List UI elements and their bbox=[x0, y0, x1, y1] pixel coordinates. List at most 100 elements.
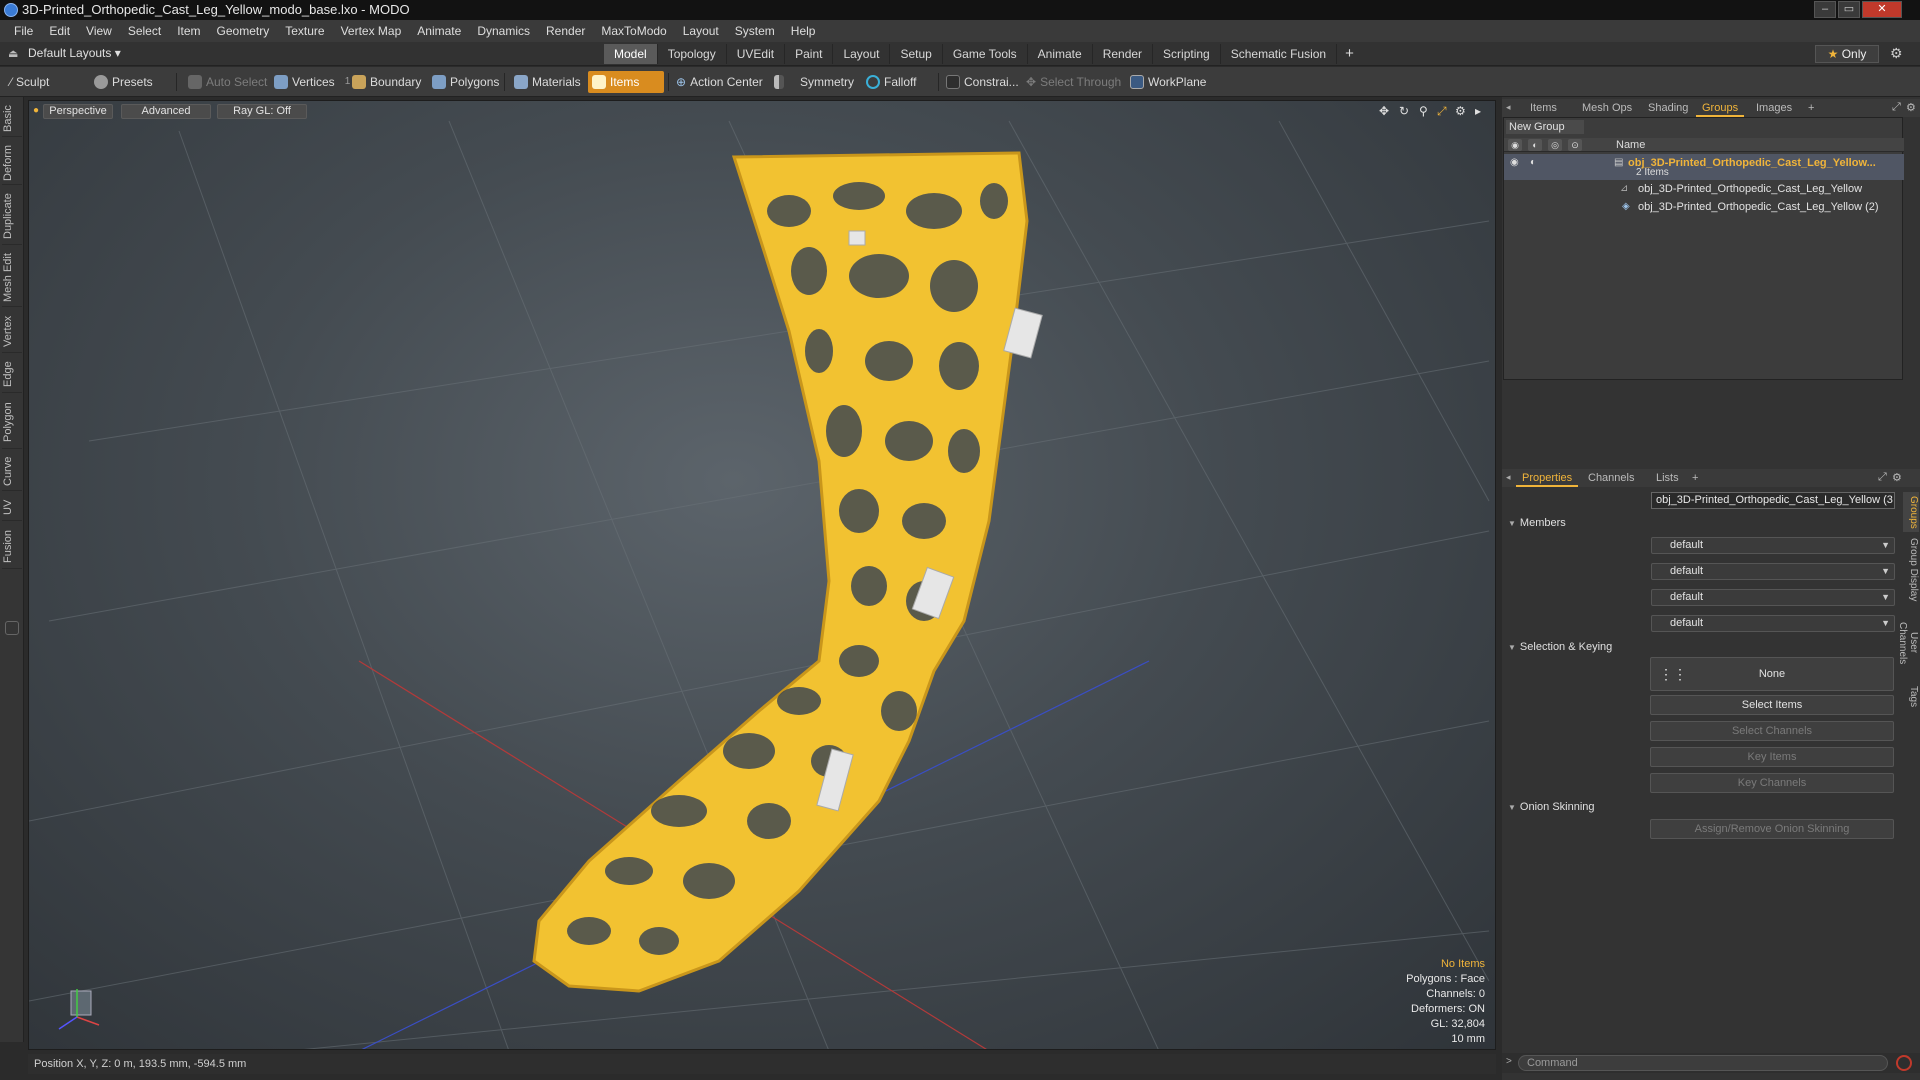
menu-edit[interactable]: Edit bbox=[41, 20, 78, 42]
tab-groups[interactable]: Groups bbox=[1696, 99, 1745, 117]
vtab-uv[interactable]: UV bbox=[2, 495, 22, 521]
menu-system[interactable]: System bbox=[727, 20, 783, 42]
panel-gear-icon[interactable]: ⚙ bbox=[1892, 471, 1902, 484]
auto-select-button[interactable]: Auto Select bbox=[184, 71, 273, 93]
items-button[interactable]: Items bbox=[588, 71, 664, 93]
visible-dropdown[interactable]: default ▼ bbox=[1651, 537, 1895, 554]
lock-column-icon[interactable]: ◎ bbox=[1548, 139, 1562, 151]
render-dropdown[interactable]: default ▼ bbox=[1651, 563, 1895, 580]
tab-setup[interactable]: Setup bbox=[890, 44, 943, 64]
select-items-button[interactable]: Select Items bbox=[1650, 695, 1894, 715]
menu-layout[interactable]: Layout bbox=[675, 20, 727, 42]
constraints-button[interactable]: Constrai... bbox=[942, 71, 1025, 93]
tab-images[interactable]: Images bbox=[1750, 99, 1798, 117]
selection-keying-section[interactable]: ▼ Selection & Keying bbox=[1508, 641, 1612, 653]
eye-icon[interactable]: ◉ bbox=[1510, 154, 1519, 172]
expand-icon[interactable]: ⤢ bbox=[1878, 471, 1887, 484]
tree-item[interactable]: ◈ obj_3D-Printed_Orthopedic_Cast_Leg_Yel… bbox=[1504, 198, 1904, 216]
tab-animate[interactable]: Animate bbox=[1028, 44, 1093, 64]
menu-help[interactable]: Help bbox=[783, 20, 824, 42]
name-column-header[interactable]: Name bbox=[1616, 138, 1645, 152]
vtab-curve[interactable]: Curve bbox=[2, 453, 22, 491]
vertices-button[interactable]: Vertices 1 bbox=[270, 71, 356, 93]
tab-game-tools[interactable]: Game Tools bbox=[943, 44, 1028, 64]
vtab-group-display[interactable]: Group Display bbox=[1903, 536, 1919, 604]
menu-view[interactable]: View bbox=[78, 20, 120, 42]
tab-layout[interactable]: Layout bbox=[833, 44, 891, 64]
select-column-icon[interactable]: ⊙ bbox=[1568, 139, 1582, 151]
group-name-field[interactable]: obj_3D-Printed_Orthopedic_Cast_Leg_Yello… bbox=[1651, 492, 1895, 509]
tab-uvedit[interactable]: UVEdit bbox=[727, 44, 786, 64]
menu-dynamics[interactable]: Dynamics bbox=[469, 20, 538, 42]
boundary-button[interactable]: Boundary bbox=[348, 71, 427, 93]
tab-model[interactable]: Model bbox=[604, 44, 658, 64]
tab-topology[interactable]: Topology bbox=[658, 44, 727, 64]
maximize-icon[interactable]: ▭ bbox=[1838, 1, 1860, 18]
menu-select[interactable]: Select bbox=[120, 20, 169, 42]
menu-render[interactable]: Render bbox=[538, 20, 593, 42]
vtab-basic[interactable]: Basic bbox=[2, 101, 22, 137]
zoom-icon[interactable]: ⚲ bbox=[1419, 104, 1428, 118]
assign-onion-skinning-button[interactable]: Assign/Remove Onion Skinning bbox=[1650, 819, 1894, 839]
tab-properties[interactable]: Properties bbox=[1516, 469, 1579, 487]
vtab-deform[interactable]: Deform bbox=[2, 141, 22, 185]
menu-animate[interactable]: Animate bbox=[409, 20, 469, 42]
polygons-button[interactable]: Polygons bbox=[428, 71, 505, 93]
viewport-settings-icon[interactable]: ⚙ bbox=[1455, 104, 1466, 118]
selectable-dropdown[interactable]: default ▼ bbox=[1651, 589, 1895, 606]
tree-item[interactable]: ⊿ obj_3D-Printed_Orthopedic_Cast_Leg_Yel… bbox=[1504, 180, 1904, 198]
sculpt-button[interactable]: ⁄ Sculpt bbox=[6, 71, 55, 93]
tab-shading[interactable]: Shading bbox=[1642, 99, 1694, 117]
tab-channels[interactable]: Channels bbox=[1582, 469, 1640, 487]
key-channels-button[interactable]: Key Channels bbox=[1650, 773, 1894, 793]
menu-maxtomodo[interactable]: MaxToModo bbox=[593, 20, 674, 42]
viewport-options-icon[interactable]: ● bbox=[33, 105, 39, 116]
3d-viewport[interactable]: ● Perspective Advanced Ray GL: Off ✥ ↻ ⚲… bbox=[28, 100, 1496, 1050]
gear-icon[interactable]: ⚙ bbox=[1890, 45, 1903, 62]
vtab-user-channels[interactable]: User Channels bbox=[1897, 608, 1919, 678]
fit-icon[interactable]: ⤢ bbox=[1437, 104, 1447, 119]
advanced-button[interactable]: Advanced bbox=[121, 104, 211, 119]
menu-vertex-map[interactable]: Vertex Map bbox=[333, 20, 410, 42]
menu-geometry[interactable]: Geometry bbox=[209, 20, 278, 42]
raygl-button[interactable]: Ray GL: Off bbox=[217, 104, 307, 119]
vtab-mesh-edit[interactable]: Mesh Edit bbox=[2, 249, 22, 307]
new-group-button[interactable]: New Group bbox=[1506, 120, 1584, 134]
vtab-polygon[interactable]: Polygon bbox=[2, 397, 22, 449]
close-icon[interactable]: ✕ bbox=[1862, 1, 1902, 18]
locked-dropdown[interactable]: default ▼ bbox=[1651, 615, 1895, 632]
vtab-edge[interactable]: Edge bbox=[2, 357, 22, 393]
add-panel-tab-icon[interactable]: + bbox=[1802, 99, 1820, 117]
key-items-button[interactable]: Key Items bbox=[1650, 747, 1894, 767]
minimize-icon[interactable]: – bbox=[1814, 1, 1836, 18]
menu-item[interactable]: Item bbox=[169, 20, 208, 42]
pan-icon[interactable]: ✥ bbox=[1379, 104, 1389, 118]
layout-pin-icon[interactable]: ⏏ bbox=[8, 47, 18, 60]
group-row[interactable]: ◉ ◐ ▤ obj_3D-Printed_Orthopedic_Cast_Leg… bbox=[1504, 154, 1904, 180]
tab-mesh-ops[interactable]: Mesh Ops bbox=[1576, 99, 1638, 117]
members-section[interactable]: ▼ Members bbox=[1508, 517, 1566, 529]
vtab-tags[interactable]: Tags bbox=[1903, 682, 1919, 712]
command-input[interactable]: Command bbox=[1518, 1055, 1888, 1071]
onion-skinning-section[interactable]: ▼ Onion Skinning bbox=[1508, 801, 1595, 813]
rotate-icon[interactable]: ↻ bbox=[1399, 104, 1409, 118]
select-through-button[interactable]: ✥ Select Through bbox=[1022, 71, 1127, 93]
menu-texture[interactable]: Texture bbox=[277, 20, 332, 42]
palette-toggle-icon[interactable] bbox=[5, 621, 19, 635]
tab-lists[interactable]: Lists bbox=[1650, 469, 1685, 487]
panel-collapse-icon[interactable]: ◂ bbox=[1506, 102, 1511, 113]
materials-button[interactable]: Materials bbox=[510, 71, 587, 93]
falloff-button[interactable]: Falloff bbox=[862, 71, 922, 93]
menu-file[interactable]: File bbox=[6, 20, 41, 42]
vtab-groups[interactable]: Groups bbox=[1903, 492, 1919, 532]
vtab-vertex[interactable]: Vertex bbox=[2, 311, 22, 353]
panel-collapse-icon[interactable]: ◂ bbox=[1506, 472, 1511, 483]
expand-icon[interactable]: ⤢ bbox=[1892, 101, 1901, 114]
workplane-button[interactable]: WorkPlane bbox=[1126, 71, 1212, 93]
select-channels-button[interactable]: Select Channels bbox=[1650, 721, 1894, 741]
tab-items[interactable]: Items bbox=[1524, 99, 1563, 117]
panel-gear-icon[interactable]: ⚙ bbox=[1906, 101, 1916, 114]
add-panel-tab-icon[interactable]: + bbox=[1686, 469, 1704, 487]
tab-schematic-fusion[interactable]: Schematic Fusion bbox=[1221, 44, 1338, 64]
presets-button[interactable]: Presets bbox=[90, 71, 159, 93]
